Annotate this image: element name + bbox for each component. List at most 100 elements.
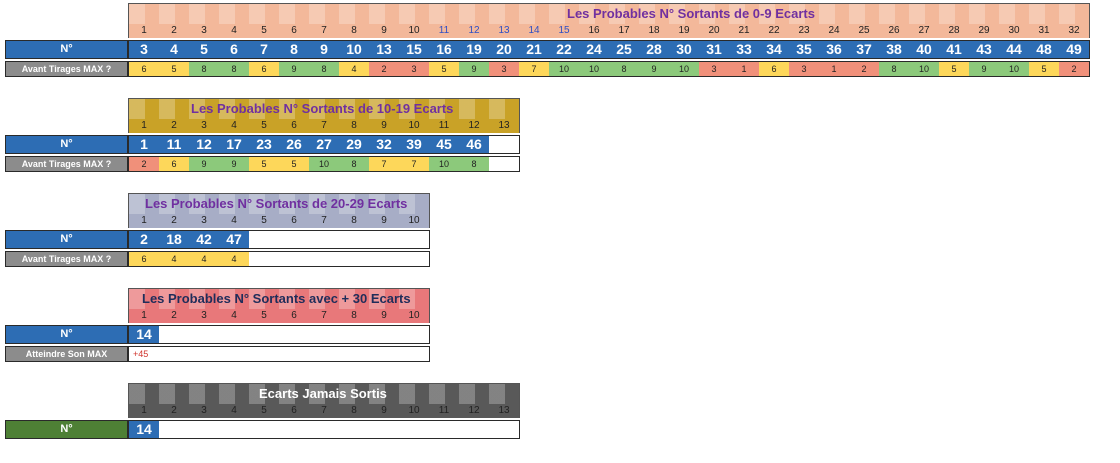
value-cell[interactable]: 9: [219, 157, 249, 171]
value-cell[interactable]: 6: [129, 62, 159, 76]
empty-number-cells[interactable]: [489, 136, 519, 153]
value-cell[interactable]: 5: [279, 157, 309, 171]
number-cell[interactable]: 18: [159, 231, 189, 248]
value-cell[interactable]: 3: [789, 62, 819, 76]
number-cell[interactable]: 11: [159, 136, 189, 153]
number-cell[interactable]: 15: [399, 41, 429, 58]
value-cell[interactable]: 8: [879, 62, 909, 76]
number-cell[interactable]: 36: [819, 41, 849, 58]
value-cell[interactable]: 2: [849, 62, 879, 76]
value-cell[interactable]: 7: [519, 62, 549, 76]
value-cell[interactable]: 8: [189, 62, 219, 76]
number-cell[interactable]: 30: [669, 41, 699, 58]
number-cell[interactable]: 17: [219, 136, 249, 153]
number-cell[interactable]: 42: [189, 231, 219, 248]
value-cell[interactable]: 2: [129, 157, 159, 171]
value-cell[interactable]: 9: [639, 62, 669, 76]
value-cell[interactable]: 9: [969, 62, 999, 76]
number-cell[interactable]: 39: [399, 136, 429, 153]
value-cell[interactable]: 8: [219, 62, 249, 76]
value-cell[interactable]: 8: [609, 62, 639, 76]
value-cell[interactable]: 9: [189, 157, 219, 171]
value-cell[interactable]: 7: [369, 157, 399, 171]
number-cell[interactable]: 41: [939, 41, 969, 58]
empty-number-cells[interactable]: [159, 326, 429, 343]
value-cell[interactable]: 1: [819, 62, 849, 76]
value-cell[interactable]: 2: [369, 62, 399, 76]
value-cell[interactable]: 5: [939, 62, 969, 76]
number-cell[interactable]: 22: [549, 41, 579, 58]
number-cell[interactable]: 25: [609, 41, 639, 58]
value-cell[interactable]: 4: [189, 252, 219, 266]
number-cell[interactable]: 44: [999, 41, 1029, 58]
value-cell[interactable]: 5: [159, 62, 189, 76]
number-cell[interactable]: 14: [129, 421, 159, 438]
number-cell[interactable]: 6: [219, 41, 249, 58]
empty-value-cells[interactable]: [249, 252, 429, 266]
empty-number-cells[interactable]: [159, 421, 519, 438]
value-cell[interactable]: 6: [759, 62, 789, 76]
value-cell[interactable]: 10: [999, 62, 1029, 76]
number-cell[interactable]: 49: [1059, 41, 1089, 58]
value-cell[interactable]: 2: [1059, 62, 1089, 76]
value-cell[interactable]: 10: [909, 62, 939, 76]
number-cell[interactable]: 19: [459, 41, 489, 58]
number-cell[interactable]: 29: [339, 136, 369, 153]
number-cell[interactable]: 1: [129, 136, 159, 153]
number-cell[interactable]: 9: [309, 41, 339, 58]
number-cell[interactable]: 40: [909, 41, 939, 58]
value-cell[interactable]: 6: [159, 157, 189, 171]
number-cell[interactable]: 38: [879, 41, 909, 58]
number-cell[interactable]: 46: [459, 136, 489, 153]
number-cell[interactable]: 21: [519, 41, 549, 58]
number-cell[interactable]: 43: [969, 41, 999, 58]
value-cell[interactable]: 10: [309, 157, 339, 171]
number-cell[interactable]: 27: [309, 136, 339, 153]
value-cell[interactable]: 10: [669, 62, 699, 76]
value-cell[interactable]: 5: [249, 157, 279, 171]
number-cell[interactable]: 13: [369, 41, 399, 58]
number-cell[interactable]: 33: [729, 41, 759, 58]
value-cell[interactable]: 10: [579, 62, 609, 76]
value-cell[interactable]: 5: [429, 62, 459, 76]
value-cell[interactable]: 8: [459, 157, 489, 171]
number-cell[interactable]: 24: [579, 41, 609, 58]
empty-number-cells[interactable]: [249, 231, 429, 248]
number-cell[interactable]: 7: [249, 41, 279, 58]
number-cell[interactable]: 32: [369, 136, 399, 153]
value-cell[interactable]: 4: [339, 62, 369, 76]
number-cell[interactable]: 35: [789, 41, 819, 58]
value-cell[interactable]: 3: [489, 62, 519, 76]
number-cell[interactable]: 28: [639, 41, 669, 58]
value-cell[interactable]: 10: [549, 62, 579, 76]
empty-value-cells[interactable]: [489, 157, 519, 171]
value-cell[interactable]: 5: [1029, 62, 1059, 76]
value-cell[interactable]: 3: [399, 62, 429, 76]
number-cell[interactable]: 26: [279, 136, 309, 153]
number-cell[interactable]: 31: [699, 41, 729, 58]
value-cell[interactable]: 1: [729, 62, 759, 76]
number-cell[interactable]: 12: [189, 136, 219, 153]
number-cell[interactable]: 10: [339, 41, 369, 58]
number-cell[interactable]: 48: [1029, 41, 1059, 58]
number-cell[interactable]: 45: [429, 136, 459, 153]
value-cell[interactable]: 3: [699, 62, 729, 76]
value-cell[interactable]: 9: [279, 62, 309, 76]
empty-value-cells[interactable]: [163, 347, 429, 361]
value-cell[interactable]: 6: [129, 252, 159, 266]
number-cell[interactable]: 20: [489, 41, 519, 58]
value-cell[interactable]: 8: [339, 157, 369, 171]
value-cell[interactable]: 10: [429, 157, 459, 171]
value-cell[interactable]: 4: [219, 252, 249, 266]
value-cell[interactable]: 8: [309, 62, 339, 76]
value-cell[interactable]: 9: [459, 62, 489, 76]
number-cell[interactable]: 5: [189, 41, 219, 58]
value-cell[interactable]: +45: [129, 347, 163, 361]
number-cell[interactable]: 2: [129, 231, 159, 248]
number-cell[interactable]: 8: [279, 41, 309, 58]
number-cell[interactable]: 37: [849, 41, 879, 58]
number-cell[interactable]: 34: [759, 41, 789, 58]
number-cell[interactable]: 3: [129, 41, 159, 58]
value-cell[interactable]: 7: [399, 157, 429, 171]
number-cell[interactable]: 16: [429, 41, 459, 58]
